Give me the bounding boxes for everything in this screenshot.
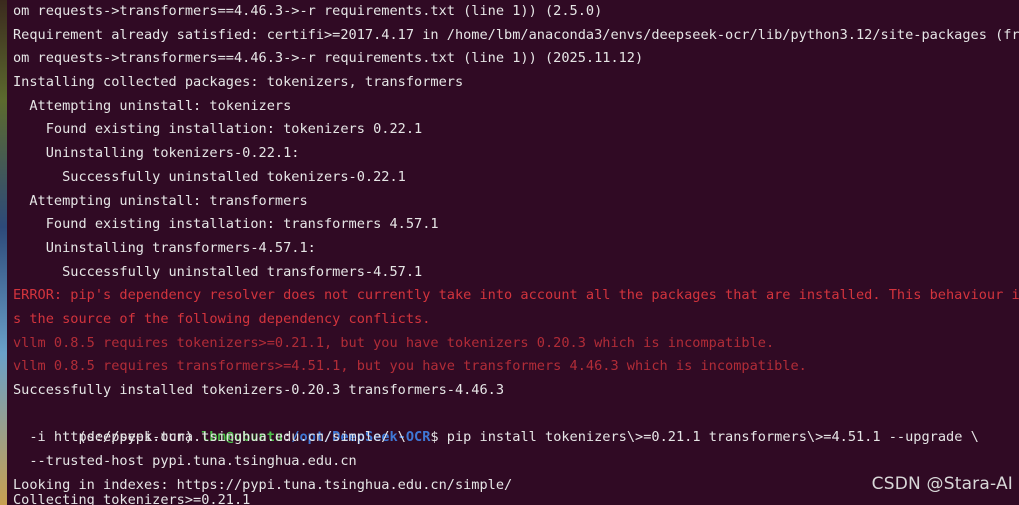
terminal-line-partial: Collecting tokenizers>=0.21.1: [13, 492, 251, 505]
terminal-line: Successfully uninstalled transformers-4.…: [13, 263, 423, 280]
terminal-window[interactable]: om requests->transformers==4.46.3->-r re…: [7, 0, 1019, 505]
terminal-line: Attempting uninstall: transformers: [13, 192, 308, 209]
terminal-line: Successfully installed tokenizers-0.20.3…: [13, 382, 505, 398]
terminal-line: Found existing installation: tokenizers …: [13, 121, 423, 138]
terminal-line: Attempting uninstall: tokenizers: [13, 97, 292, 114]
prompt-dollar: $: [430, 429, 447, 446]
desktop-wallpaper-strip: [0, 0, 7, 505]
terminal-line: Uninstalling tokenizers-0.22.1:: [13, 145, 300, 162]
terminal-line: Found existing installation: transformer…: [13, 216, 439, 233]
terminal-line: Successfully uninstalled tokenizers-0.22…: [13, 168, 406, 185]
terminal-line: om requests->transformers==4.46.3->-r re…: [13, 3, 603, 19]
screen: om requests->transformers==4.46.3->-r re…: [0, 0, 1019, 505]
terminal-line: Uninstalling transformers-4.57.1:: [13, 239, 316, 256]
error-line: vllm 0.8.5 requires tokenizers>=0.21.1, …: [13, 334, 775, 351]
terminal-line: Requirement already satisfied: certifi>=…: [13, 26, 1019, 43]
command-text: pip install tokenizers\>=0.21.1 transfor…: [446, 429, 979, 446]
terminal-line: om requests->transformers==4.46.3->-r re…: [13, 50, 644, 67]
error-line: s the source of the following dependency…: [13, 310, 431, 327]
terminal-output: om requests->transformers==4.46.3->-r re…: [13, 0, 1019, 497]
terminal-line: Installing collected packages: tokenizer…: [13, 74, 464, 91]
command-continuation: --trusted-host pypi.tuna.tsinghua.edu.cn: [13, 453, 357, 470]
shell-prompt-line: (deepseek-ocr) lbm@ubuntu:/opt/DeepSeek-…: [13, 403, 1019, 445]
error-line: vllm 0.8.5 requires transformers>=4.51.1…: [13, 358, 807, 375]
csdn-watermark: CSDN @Stara-AI: [871, 474, 1013, 494]
error-line: ERROR: pip's dependency resolver does no…: [13, 287, 1019, 304]
